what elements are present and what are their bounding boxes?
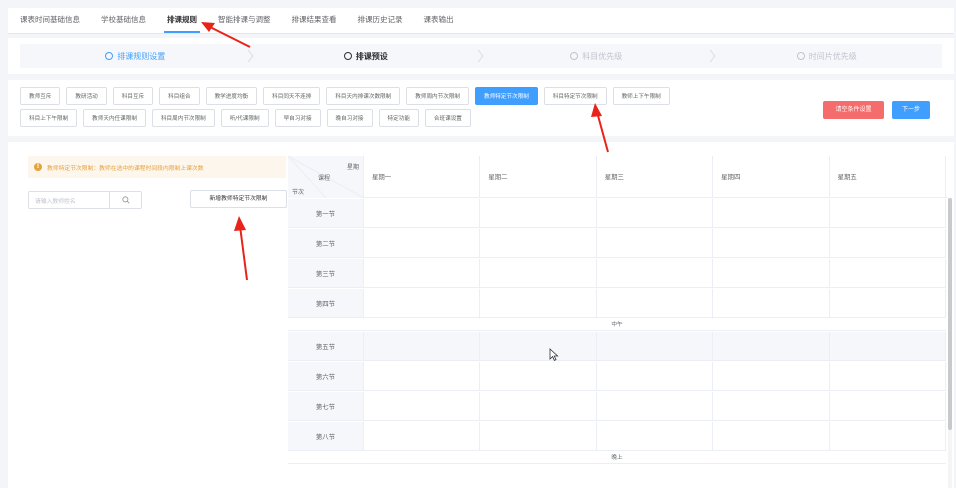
annotation-arrows	[201, 22, 609, 281]
app-page: 课表时间基础信息 学校基础信息 排课规则 智能排课与调整 排课结果查看 排课历史…	[0, 0, 956, 488]
